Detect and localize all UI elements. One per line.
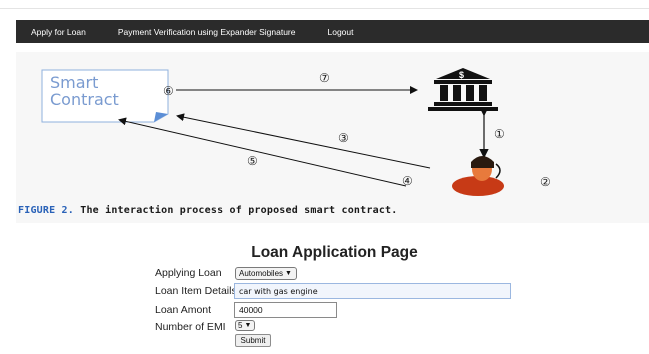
figure-caption-text: The interaction process of proposed smar… [80,205,398,216]
step-6: ⑥ [163,84,174,98]
top-navbar: Apply for Loan Payment Verification usin… [16,20,649,43]
svg-text:$: $ [459,70,464,80]
emi-select[interactable]: 5 ▼ [235,320,255,331]
step-5: ⑤ [247,154,258,168]
step-4: ④ [402,174,413,188]
nav-logout[interactable]: Logout [328,27,354,37]
emi-value: 5 [238,321,243,330]
figure-caption: FIGURE 2. The interaction process of pro… [18,205,397,216]
chevron-down-icon: ▼ [285,270,292,277]
smart-contract-figure: Smart Contract ⑥ ⑦ $ ① ② ③ ⑤ ④ [16,52,649,223]
chevron-down-icon: ▼ [244,322,252,329]
item-details-label: Loan Item Details [155,285,237,297]
applying-loan-value: Automobiles [239,269,284,278]
step-7: ⑦ [319,71,330,85]
arrow-5 [118,117,407,187]
submit-button[interactable]: Submit [235,334,271,347]
page-title: Loan Application Page [251,244,418,261]
applying-loan-select[interactable]: Automobiles ▼ [235,267,297,280]
step-1: ① [494,127,505,141]
nav-payment-verification[interactable]: Payment Verification using Expander Sign… [118,27,296,37]
smart-contract-label-2: Contract [50,90,119,109]
applying-loan-label: Applying Loan [155,267,222,279]
loan-amount-input[interactable]: 40000 [234,302,337,318]
interaction-diagram: Smart Contract ⑥ ⑦ $ ① ② ③ ⑤ ④ [41,68,551,196]
person-icon [452,156,504,196]
top-border [0,0,649,9]
step-2: ② [540,175,551,189]
bank-icon: $ [428,68,498,111]
step-3: ③ [338,131,349,145]
item-details-input[interactable]: car with gas engine [234,283,511,299]
emi-label: Number of EMI [155,321,226,333]
loan-amount-label: Loan Amont [155,304,212,316]
nav-apply-for-loan[interactable]: Apply for Loan [31,27,86,37]
figure-caption-prefix: FIGURE 2. [18,205,74,216]
